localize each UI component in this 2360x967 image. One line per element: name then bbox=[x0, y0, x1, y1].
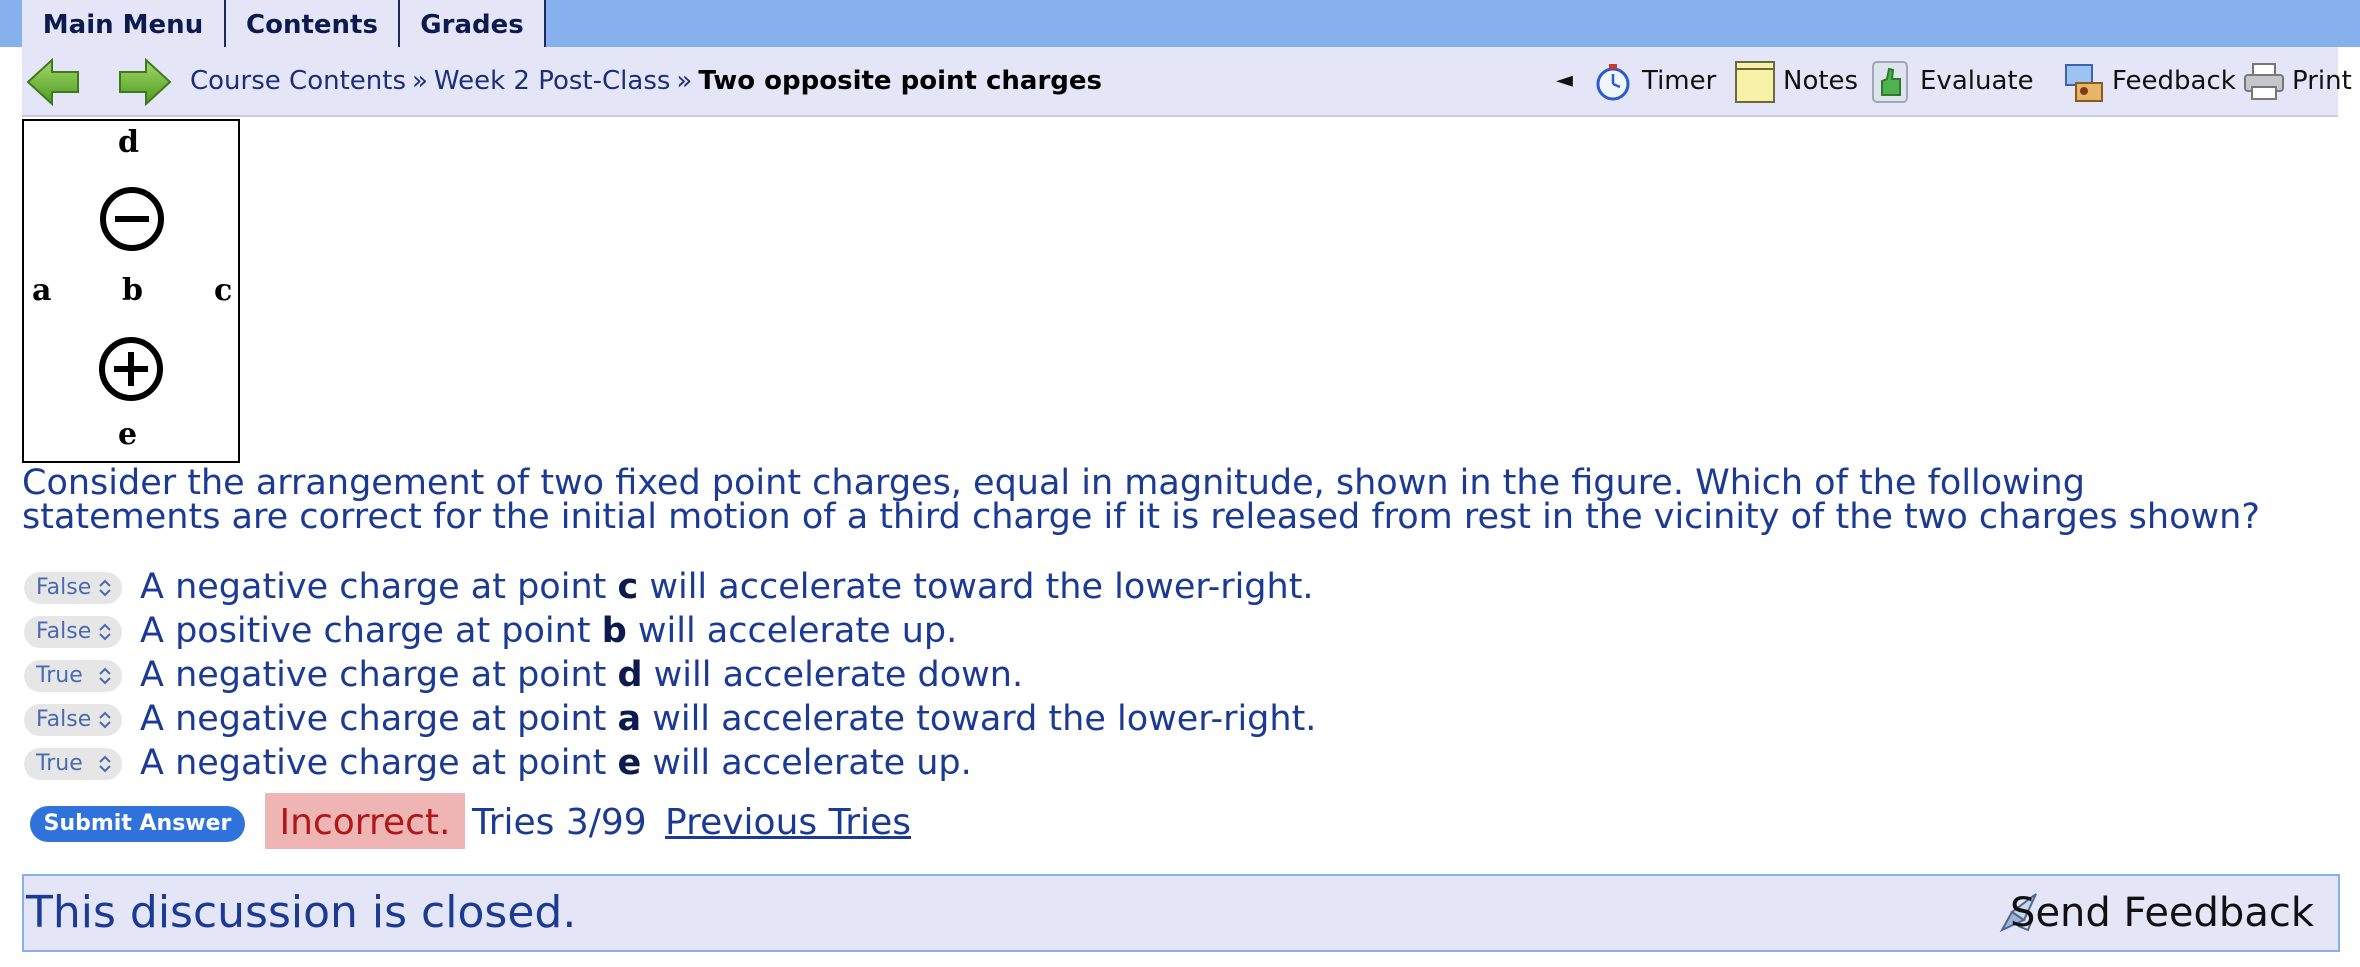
discussion-closed-text: This discussion is closed. bbox=[26, 887, 577, 938]
tab-contents[interactable]: Contents bbox=[226, 0, 400, 47]
select-chevron-icon bbox=[99, 667, 111, 685]
thumbs-up-icon bbox=[1872, 61, 1908, 103]
point-label-c: c bbox=[214, 273, 233, 308]
printer-icon bbox=[2244, 63, 2284, 100]
answer-select[interactable]: True bbox=[24, 748, 122, 780]
question-prompt: Consider the arrangement of two fixed po… bbox=[22, 463, 2260, 537]
notes-button[interactable]: Notes bbox=[1735, 47, 1859, 115]
collapse-toolbar-icon[interactable]: ◄ bbox=[1556, 47, 1573, 115]
answer-select[interactable]: False bbox=[24, 704, 122, 736]
evaluate-label: Evaluate bbox=[1920, 66, 2034, 96]
tab-main-menu[interactable]: Main Menu bbox=[22, 0, 226, 47]
statement-text: A positive charge at point b will accele… bbox=[140, 611, 958, 651]
nav-bar: Course Contents» Week 2 Post-Class» Two op… bbox=[22, 47, 2352, 117]
point-label-d: d bbox=[118, 125, 139, 160]
result-badge: Incorrect. bbox=[265, 793, 465, 849]
point-label-b: b bbox=[122, 273, 143, 308]
statement-text: A negative charge at point d will accele… bbox=[140, 655, 1024, 695]
toolbar: ◄ Timer Notes Evaluate Feedback Print bbox=[22, 47, 2352, 115]
answer-select[interactable]: False bbox=[24, 616, 122, 648]
answer-select-value: True bbox=[36, 663, 83, 688]
statement-text: A negative charge at point e will accele… bbox=[140, 743, 972, 783]
timer-label: Timer bbox=[1642, 66, 1717, 96]
answer-select-value: False bbox=[36, 575, 92, 600]
stopwatch-icon bbox=[1596, 64, 1630, 101]
tries-count: Tries 3/99 bbox=[472, 802, 647, 843]
submit-answer-button[interactable]: Submit Answer bbox=[30, 806, 245, 842]
send-feedback-link[interactable]: Send Feedback bbox=[2010, 876, 2314, 950]
select-chevron-icon bbox=[99, 755, 111, 773]
select-chevron-icon bbox=[99, 623, 111, 641]
point-label-a: a bbox=[32, 273, 52, 308]
top-menu-bar: Main Menu Contents Grades bbox=[0, 0, 2360, 47]
discussion-panel: This discussion is closed. Send Feedback bbox=[22, 874, 2340, 952]
feedback-button[interactable]: Feedback bbox=[2062, 47, 2236, 115]
answer-select-value: False bbox=[36, 707, 92, 732]
answer-select-value: True bbox=[36, 751, 83, 776]
print-button[interactable]: Print bbox=[2244, 47, 2352, 115]
answer-select[interactable]: False bbox=[24, 572, 122, 604]
select-chevron-icon bbox=[99, 711, 111, 729]
answer-select[interactable]: True bbox=[24, 660, 122, 692]
print-label: Print bbox=[2292, 66, 2352, 96]
feedback-icon bbox=[2065, 64, 2103, 102]
statement-text: A negative charge at point c will accele… bbox=[140, 567, 1314, 607]
timer-button[interactable]: Timer bbox=[1594, 47, 1717, 115]
charge-figure: d a b c e bbox=[22, 119, 240, 463]
evaluate-button[interactable]: Evaluate bbox=[1872, 47, 2034, 115]
select-chevron-icon bbox=[99, 579, 111, 597]
notepad-icon bbox=[1735, 61, 1775, 103]
feedback-label: Feedback bbox=[2112, 66, 2236, 96]
tab-grades[interactable]: Grades bbox=[400, 0, 546, 47]
notes-label: Notes bbox=[1783, 66, 1859, 96]
answer-select-value: False bbox=[36, 619, 92, 644]
statement-text: A negative charge at point a will accele… bbox=[140, 699, 1317, 739]
previous-tries-link[interactable]: Previous Tries bbox=[665, 793, 911, 853]
point-label-e: e bbox=[118, 417, 138, 452]
